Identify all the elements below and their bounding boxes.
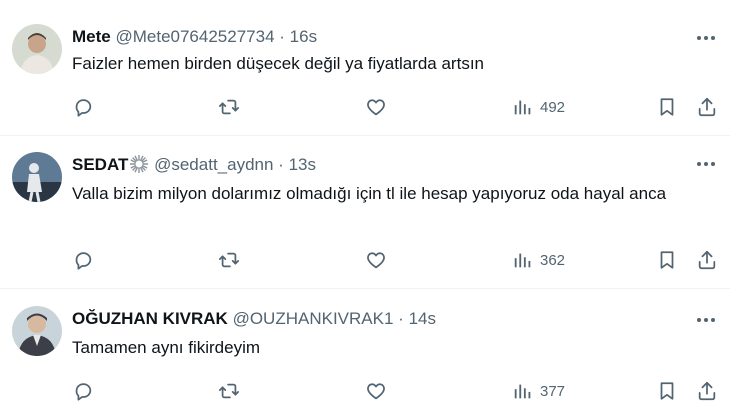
retweet-icon [218,383,240,399]
retweet-button[interactable] [218,246,240,274]
reply-icon [75,383,92,401]
author-name[interactable]: SEDAT [72,155,128,174]
bookmark-icon [660,98,674,116]
reply-icon [75,99,92,117]
views-count: 362 [540,251,566,269]
tweet-time[interactable]: 13s [289,155,316,174]
share-button[interactable] [696,377,718,405]
views-icon [514,253,531,268]
reply-button[interactable] [72,246,94,274]
views-button[interactable]: 377 [512,377,565,405]
heart-icon [367,99,385,116]
author-name[interactable]: Mete [72,27,111,46]
reply-icon [75,252,92,270]
tweet[interactable]: OĞUZHAN KIVRAK @OUZHANKIVRAK1 · 14s Tama… [0,289,730,420]
retweet-icon [218,99,240,115]
tweet-header: OĞUZHAN KIVRAK @OUZHANKIVRAK1 · 14s [72,309,436,329]
like-button[interactable] [365,246,387,274]
bookmark-button[interactable] [656,377,678,405]
bookmark-icon [660,382,674,400]
avatar[interactable] [12,24,62,74]
views-count: 492 [540,98,566,116]
retweet-button[interactable] [218,377,240,405]
tweet-time[interactable]: 16s [290,27,317,46]
retweet-button[interactable] [218,93,240,121]
reply-button[interactable] [72,377,94,405]
tweet-header: SEDAT @sedatt_aydnn · 13s [72,154,316,174]
author-name[interactable]: OĞUZHAN KIVRAK [72,309,228,328]
like-button[interactable] [365,377,387,405]
share-icon [698,97,716,117]
like-button[interactable] [365,93,387,121]
reply-button[interactable] [72,93,94,121]
tweet-actions: 377 [72,377,718,405]
views-button[interactable]: 492 [512,93,565,121]
share-icon [698,381,716,401]
share-button[interactable] [696,246,718,274]
sunburst-badge-icon [129,154,149,174]
tweet-text: Faizler hemen birden düşecek değil ya fi… [72,54,484,73]
views-count: 377 [540,382,566,400]
more-icon[interactable] [694,26,718,50]
tweet-text: Valla bizim milyon dolarımız olmadığı iç… [72,184,667,203]
tweet-actions: 362 [72,246,718,274]
avatar[interactable] [12,306,62,356]
tweet-text: Tamamen aynı fikirdeyim [72,338,261,357]
bookmark-icon [660,251,674,269]
heart-icon [367,383,385,400]
tweet-header: Mete @Mete07642527734 · 16s [72,27,317,47]
share-icon [698,250,716,270]
avatar[interactable] [12,152,62,202]
separator-dot: · [398,309,404,328]
more-icon[interactable] [694,308,718,332]
more-icon[interactable] [694,152,718,176]
views-icon [514,100,531,115]
heart-icon [367,252,385,269]
bookmark-button[interactable] [656,246,678,274]
bookmark-button[interactable] [656,93,678,121]
retweet-icon [218,252,240,268]
author-handle[interactable]: @sedatt_aydnn [154,155,273,174]
views-button[interactable]: 362 [512,246,565,274]
tweet-actions: 492 [72,93,718,121]
tweet-feed: Mete @Mete07642527734 · 16s Faizler heme… [0,0,730,420]
separator-dot: · [278,155,284,174]
tweet[interactable]: SEDAT @sedatt_aydnn · 13s Valla bizim mi… [0,136,730,288]
share-button[interactable] [696,93,718,121]
views-icon [514,384,531,399]
separator-dot: · [279,27,285,46]
tweet-time[interactable]: 14s [409,309,436,328]
author-handle[interactable]: @OUZHANKIVRAK1 [233,309,394,328]
tweet[interactable]: Mete @Mete07642527734 · 16s Faizler heme… [0,0,730,135]
author-handle[interactable]: @Mete07642527734 [115,27,274,46]
